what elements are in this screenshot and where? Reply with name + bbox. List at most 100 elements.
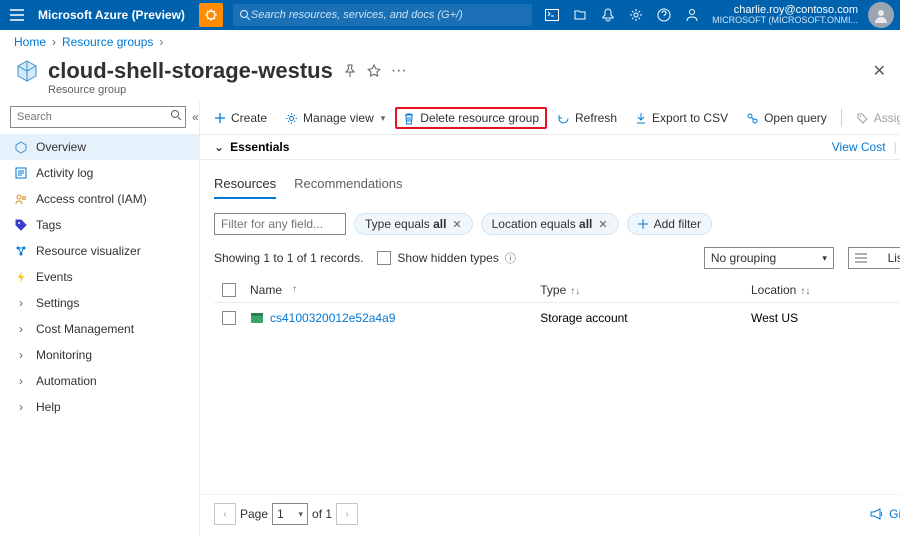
collapse-icon[interactable]: « <box>192 110 199 124</box>
tab-resources[interactable]: Resources <box>214 176 276 199</box>
sidebar-item-label: Cost Management <box>36 322 134 336</box>
chevron-right-icon: › <box>14 374 28 388</box>
tag-icon <box>856 112 869 125</box>
resource-name-link[interactable]: cs4100320012e52a4a9 <box>270 311 395 325</box>
pin-icon[interactable] <box>343 64 357 78</box>
chevron-right-icon: › <box>14 322 28 336</box>
tab-recommendations[interactable]: Recommendations <box>294 176 402 199</box>
sidebar-item-label: Settings <box>36 296 79 310</box>
export-csv-button[interactable]: Export to CSV <box>627 107 736 129</box>
sidebar-item-cost-management[interactable]: › Cost Management <box>0 316 199 342</box>
directories-icon[interactable] <box>566 0 594 30</box>
essentials-toggle[interactable]: ⌄ Essentials <box>214 140 289 154</box>
assign-tags-label: Assign tags <box>874 111 900 125</box>
give-feedback-link[interactable]: Give feedback <box>870 507 900 521</box>
grouping-select[interactable]: No grouping ▾ <box>704 247 834 269</box>
info-icon[interactable]: ⓘ <box>505 250 516 266</box>
next-page-button[interactable]: › <box>336 503 358 525</box>
col-header-type[interactable]: Type↑↓ <box>534 283 745 297</box>
sidebar-item-activity-log[interactable]: Activity log <box>0 160 199 186</box>
tags-icon <box>14 218 28 232</box>
show-hidden-types-checkbox[interactable]: Show hidden types ⓘ <box>377 250 515 266</box>
sidebar-item-tags[interactable]: Tags <box>0 212 199 238</box>
assign-tags-button[interactable]: Assign tags <box>848 107 900 129</box>
add-filter-button[interactable]: Add filter <box>627 213 712 235</box>
user-account[interactable]: charlie.roy@contoso.com MICROSOFT (MICRO… <box>706 5 864 25</box>
separator <box>841 109 842 127</box>
add-filter-label: Add filter <box>654 217 701 231</box>
separator: | <box>894 140 897 154</box>
help-icon[interactable] <box>650 0 678 30</box>
checkbox-icon <box>377 251 391 265</box>
sidebar-item-monitoring[interactable]: › Monitoring <box>0 342 199 368</box>
notifications-icon[interactable] <box>594 0 622 30</box>
settings-icon[interactable] <box>622 0 650 30</box>
select-all-checkbox[interactable] <box>214 283 244 297</box>
pill-label: Type equals all <box>365 217 446 231</box>
manage-view-button[interactable]: Manage view ▾ <box>277 107 393 129</box>
close-icon[interactable]: ✕ <box>452 218 461 231</box>
global-search[interactable] <box>233 4 532 26</box>
gear-icon <box>285 112 298 125</box>
sidebar-item-label: Monitoring <box>36 348 92 362</box>
delete-resource-group-button[interactable]: Delete resource group <box>395 107 547 129</box>
close-icon[interactable]: ✕ <box>598 218 607 231</box>
sidebar-item-help[interactable]: › Help <box>0 394 199 420</box>
row-checkbox[interactable] <box>214 311 244 325</box>
sidebar-item-resource-visualizer[interactable]: Resource visualizer <box>0 238 199 264</box>
open-query-button[interactable]: Open query <box>738 107 835 129</box>
resource-group-icon <box>14 58 40 84</box>
menu-icon[interactable] <box>0 0 34 30</box>
brand-label[interactable]: Microsoft Azure (Preview) <box>34 8 195 22</box>
cloud-shell-icon[interactable] <box>538 0 566 30</box>
activity-log-icon <box>14 166 28 180</box>
show-hidden-label: Show hidden types <box>397 251 498 265</box>
breadcrumb-resource-groups[interactable]: Resource groups <box>62 35 153 49</box>
view-select[interactable]: List view ▾ <box>848 247 900 269</box>
side-search-input[interactable] <box>10 106 186 128</box>
view-cost-link[interactable]: View Cost <box>832 140 886 154</box>
refresh-button[interactable]: Refresh <box>549 107 625 129</box>
global-search-input[interactable] <box>251 9 526 21</box>
feedback-icon[interactable] <box>678 0 706 30</box>
chevron-down-icon: ⌄ <box>214 140 224 154</box>
page-number-select[interactable]: 1 ▾ <box>272 503 308 525</box>
refresh-label: Refresh <box>575 111 617 125</box>
chevron-down-icon: ▾ <box>822 253 827 264</box>
avatar[interactable] <box>868 2 894 28</box>
manage-view-label: Manage view <box>303 111 374 125</box>
chevron-right-icon: › <box>159 35 163 49</box>
sidebar-item-overview[interactable]: Overview <box>0 134 199 160</box>
chevron-right-icon: › <box>14 296 28 310</box>
side-nav: « Overview Activity log Access control (… <box>0 102 200 535</box>
grouping-value: No grouping <box>711 251 776 265</box>
sort-icon: ↑↓ <box>570 286 580 297</box>
sidebar-item-settings[interactable]: › Settings <box>0 290 199 316</box>
sidebar-item-automation[interactable]: › Automation <box>0 368 199 394</box>
col-header-location[interactable]: Location↑↓ <box>745 283 900 297</box>
megaphone-icon <box>870 508 884 520</box>
list-view-icon <box>855 253 867 263</box>
refresh-icon <box>557 112 570 125</box>
sidebar-item-events[interactable]: Events <box>0 264 199 290</box>
sidebar-item-label: Events <box>36 270 73 284</box>
access-control-icon <box>14 192 28 206</box>
filter-pill-location[interactable]: Location equals all ✕ <box>481 213 619 235</box>
resource-grid: Name↑ Type↑↓ Location↑↓ cs4100320012e52a… <box>200 273 900 494</box>
page-title: cloud-shell-storage-westus <box>48 58 333 84</box>
download-icon <box>635 112 647 125</box>
filter-pill-type[interactable]: Type equals all ✕ <box>354 213 473 235</box>
sidebar-item-label: Automation <box>36 374 97 388</box>
breadcrumb-home[interactable]: Home <box>14 35 46 49</box>
filter-any-field-input[interactable] <box>214 213 346 235</box>
prev-page-button[interactable]: ‹ <box>214 503 236 525</box>
table-row[interactable]: cs4100320012e52a4a9 Storage account West… <box>214 303 900 333</box>
more-icon[interactable]: ··· <box>391 62 407 80</box>
close-icon[interactable]: ✕ <box>873 61 886 81</box>
sidebar-item-access-control[interactable]: Access control (IAM) <box>0 186 199 212</box>
col-header-name[interactable]: Name↑ <box>244 283 534 297</box>
preview-bug-icon[interactable] <box>199 3 223 27</box>
visualizer-icon <box>14 244 28 258</box>
star-icon[interactable] <box>367 64 381 78</box>
create-button[interactable]: Create <box>206 107 275 129</box>
